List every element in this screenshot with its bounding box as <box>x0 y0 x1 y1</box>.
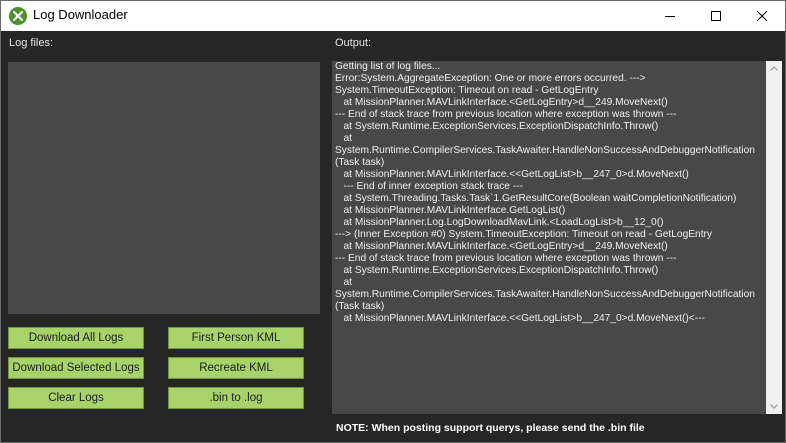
recreate-kml-button[interactable]: Recreate KML <box>168 357 304 379</box>
log-files-list[interactable] <box>8 62 320 314</box>
scroll-down-button[interactable] <box>766 398 782 414</box>
clear-logs-button[interactable]: Clear Logs <box>8 387 144 409</box>
minimize-icon <box>665 16 675 17</box>
scroll-up-button[interactable] <box>766 61 782 77</box>
app-icon <box>9 7 27 25</box>
scroll-down-arrow-icon <box>770 404 778 409</box>
first-person-kml-button[interactable]: First Person KML <box>168 327 304 349</box>
log-downloader-window: Log Downloader Log files: Output: Downlo… <box>0 0 786 443</box>
maximize-icon <box>711 11 721 21</box>
close-button[interactable] <box>739 1 785 31</box>
download-all-logs-button[interactable]: Download All Logs <box>8 327 144 349</box>
maximize-button[interactable] <box>693 1 739 31</box>
minimize-button[interactable] <box>647 1 693 31</box>
support-note: NOTE: When posting support querys, pleas… <box>336 422 645 434</box>
window-title: Log Downloader <box>33 7 128 22</box>
output-label: Output: <box>335 37 372 49</box>
close-icon <box>756 10 768 22</box>
title-bar[interactable]: Log Downloader <box>1 1 785 31</box>
output-textbox[interactable]: Getting list of log files... Error:Syste… <box>332 61 782 414</box>
download-selected-logs-button[interactable]: Download Selected Logs <box>8 357 144 379</box>
bin-to-log-button[interactable]: .bin to .log <box>168 387 304 409</box>
output-log-text[interactable]: Getting list of log files... Error:Syste… <box>335 61 759 414</box>
output-scrollbar[interactable] <box>766 61 782 414</box>
log-files-label: Log files: <box>9 37 54 49</box>
scroll-up-arrow-icon <box>770 66 778 71</box>
